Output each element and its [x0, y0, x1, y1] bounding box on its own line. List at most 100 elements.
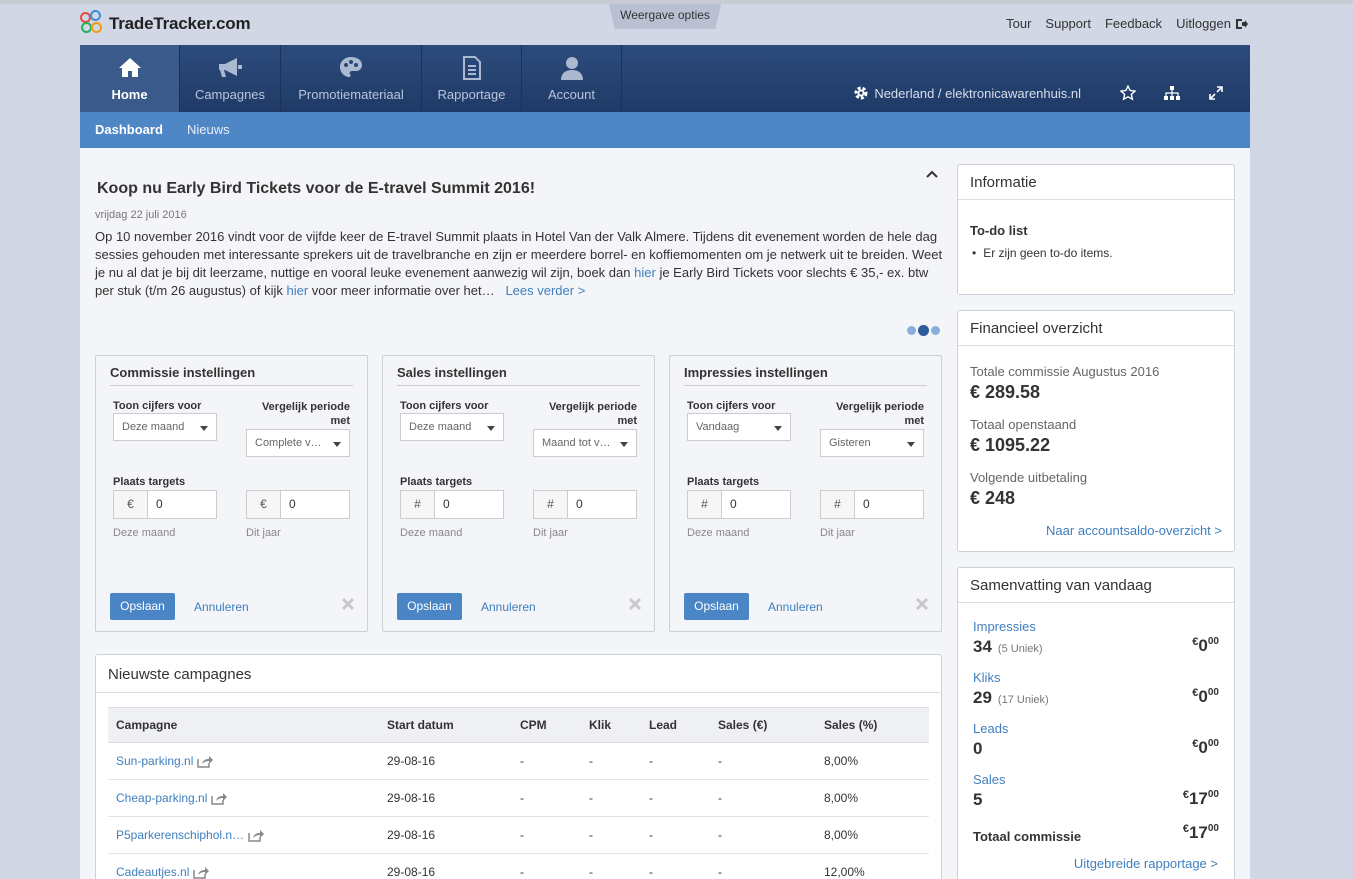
external-link-icon: [193, 866, 210, 879]
close-icon[interactable]: [341, 597, 355, 611]
col-header[interactable]: Sales (€): [710, 707, 816, 743]
carousel-dot[interactable]: [907, 326, 916, 335]
target-year-input[interactable]: # 0: [533, 490, 637, 519]
col-header[interactable]: Start datum: [379, 707, 512, 743]
targets-label: Plaats targets: [113, 476, 186, 488]
show-period-select[interactable]: Vandaag: [687, 413, 791, 441]
compare-period-select[interactable]: Gisteren: [820, 429, 924, 457]
table-row: Sun-parking.nl 29-08-16 - - - - 8,00%: [108, 742, 929, 780]
feedback-link[interactable]: Feedback: [1105, 16, 1162, 31]
summary-amount: €000: [1192, 687, 1219, 707]
campaign-link[interactable]: P5parkerenschiphol.n…: [116, 828, 265, 842]
summary-value: 29 (17 Uniek): [973, 688, 1049, 708]
carousel-dot[interactable]: [931, 326, 940, 335]
cancel-link[interactable]: Annuleren: [768, 600, 823, 614]
tab-account[interactable]: Account: [522, 45, 622, 112]
commissie-settings-panel: Commissie instellingen Toon cijfers voor…: [95, 355, 368, 632]
cancel-link[interactable]: Annuleren: [194, 600, 249, 614]
currency-prefix: €: [114, 491, 148, 518]
sitemap-button[interactable]: [1150, 85, 1194, 101]
campaign-link[interactable]: Sun-parking.nl: [116, 754, 214, 768]
select-value: Deze maand: [409, 421, 472, 433]
table-cell: 8,00%: [816, 742, 929, 780]
favorite-button[interactable]: [1106, 85, 1150, 101]
tab-promotiemateriaal-label: Promotiemateriaal: [298, 87, 404, 102]
campaigns-title: Nieuwste campagnes: [108, 666, 252, 683]
table-cell: -: [710, 742, 816, 780]
table-cell: -: [512, 742, 581, 780]
support-link[interactable]: Support: [1045, 16, 1091, 31]
target-month-input[interactable]: € 0: [113, 490, 217, 519]
summary-label-kliks[interactable]: Kliks: [973, 670, 1000, 685]
tab-promotiemateriaal[interactable]: Promotiemateriaal: [281, 45, 422, 112]
cents: 00: [1207, 636, 1219, 647]
target-year-input[interactable]: € 0: [246, 490, 350, 519]
logo-text: TradeTracker.com: [109, 14, 251, 33]
tab-rapportage[interactable]: Rapportage: [422, 45, 522, 112]
col-header[interactable]: CPM: [512, 707, 581, 743]
finance-title: Financieel overzicht: [958, 311, 1234, 346]
fullscreen-button[interactable]: [1194, 86, 1238, 100]
col-header[interactable]: Lead: [641, 707, 710, 743]
tab-home[interactable]: Home: [80, 45, 180, 112]
document-icon: [462, 56, 481, 80]
finance-widget: Financieel overzicht Totale commissie Au…: [957, 310, 1235, 552]
count: 34: [973, 637, 992, 656]
tour-link[interactable]: Tour: [1006, 16, 1031, 31]
bullet: •: [972, 246, 977, 260]
summary-amount: €000: [1192, 636, 1219, 656]
campaign-link[interactable]: Cheap-parking.nl: [116, 791, 228, 805]
show-period-select[interactable]: Deze maand: [113, 413, 217, 441]
input-value[interactable]: 0: [722, 491, 790, 518]
detailed-report-link[interactable]: Uitgebreide rapportage >: [1074, 856, 1218, 871]
view-options-tab[interactable]: Weergave opties: [609, 4, 721, 29]
input-value[interactable]: 0: [148, 491, 216, 518]
campaign-cell: Cadeautjes.nl: [108, 853, 379, 879]
news-link-1[interactable]: hier: [634, 265, 656, 280]
count: 0: [973, 739, 983, 758]
site-selector[interactable]: Nederland / elektronicawarenhuis.nl: [853, 85, 1081, 101]
cancel-link[interactable]: Annuleren: [481, 600, 536, 614]
compare-label: Vergelijk periode met: [261, 401, 350, 427]
show-period-select[interactable]: Deze maand: [400, 413, 504, 441]
save-button[interactable]: Opslaan: [684, 593, 749, 620]
subnav-dashboard[interactable]: Dashboard: [95, 122, 163, 137]
table-cell: -: [581, 779, 641, 817]
campaign-cell: P5parkerenschiphol.n…: [108, 816, 379, 854]
account-balance-link[interactable]: Naar accountsaldo-overzicht >: [1046, 523, 1222, 538]
compare-period-select[interactable]: Maand tot vandaag: [533, 429, 637, 457]
col-header[interactable]: Campagne: [108, 707, 379, 743]
input-value[interactable]: 0: [855, 491, 923, 518]
summary-label-sales[interactable]: Sales: [973, 772, 1006, 787]
table-cell: -: [581, 742, 641, 780]
close-icon[interactable]: [628, 597, 642, 611]
read-more-link[interactable]: Lees verder >: [505, 283, 585, 298]
summary-label-impressies[interactable]: Impressies: [973, 619, 1036, 634]
logo[interactable]: TradeTracker.com: [80, 10, 251, 38]
input-value[interactable]: 0: [281, 491, 349, 518]
save-button[interactable]: Opslaan: [110, 593, 175, 620]
chevron-up-icon[interactable]: [924, 166, 940, 182]
campaign-link[interactable]: Cadeautjes.nl: [116, 865, 210, 879]
table-cell: -: [512, 853, 581, 879]
tab-campagnes[interactable]: Campagnes: [180, 45, 281, 112]
col-header[interactable]: Sales (%): [816, 707, 929, 743]
logout-link[interactable]: Uitloggen: [1176, 16, 1248, 31]
input-value[interactable]: 0: [568, 491, 636, 518]
input-value[interactable]: 0: [435, 491, 503, 518]
save-button[interactable]: Opslaan: [397, 593, 462, 620]
subnav-nieuws[interactable]: Nieuws: [187, 122, 230, 137]
col-header[interactable]: Klik: [581, 707, 641, 743]
top-edge: [0, 0, 1353, 4]
close-icon[interactable]: [915, 597, 929, 611]
carousel-dot-active[interactable]: [918, 325, 929, 336]
news-link-2[interactable]: hier: [286, 283, 308, 298]
table-cell: -: [512, 816, 581, 854]
carousel-dots[interactable]: [907, 325, 940, 336]
target-year-input[interactable]: # 0: [820, 490, 924, 519]
summary-label-leads[interactable]: Leads: [973, 721, 1008, 736]
target-month-input[interactable]: # 0: [400, 490, 504, 519]
table-row: Cheap-parking.nl 29-08-16 - - - - 8,00%: [108, 779, 929, 817]
compare-period-select[interactable]: Complete vorige maand: [246, 429, 350, 457]
target-month-input[interactable]: # 0: [687, 490, 791, 519]
